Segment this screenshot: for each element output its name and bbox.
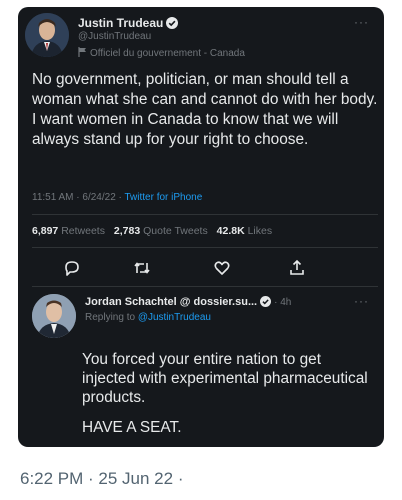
footer-timestamp: 6:22 PM · 25 Jun 22 ·	[20, 469, 184, 488]
tweet-text: No government, politician, or man should…	[32, 71, 378, 148]
tweet-meta: 11:51 AM · 6/24/22 · Twitter for iPhone	[32, 192, 202, 203]
replying-to: Replying to @JustinTrudeau	[85, 312, 211, 323]
quotes-stat[interactable]: 2,783 Quote Tweets	[114, 225, 208, 237]
tweet-source[interactable]: Twitter for iPhone	[124, 192, 202, 203]
more-options-icon[interactable]: ···	[354, 294, 369, 308]
reply-author-row[interactable]: Jordan Schachtel @ dossier.su... · 4h	[85, 296, 291, 310]
tweet-time[interactable]: 11:51 AM · 6/24/22 ·	[32, 192, 124, 203]
reply-icon[interactable]	[62, 258, 82, 278]
flag-icon	[78, 47, 87, 60]
screenshot-card: Justin Trudeau @JustinTrudeau Officiel d…	[18, 7, 384, 447]
reply-paragraph: HAVE A SEAT.	[82, 419, 182, 436]
reply-text: You forced your entire nation to get inj…	[82, 350, 372, 437]
more-options-icon[interactable]: ···	[354, 15, 369, 29]
tweet-stats: 6,897 Retweets 2,783 Quote Tweets 42.8K …	[32, 225, 272, 237]
schachtel-avatar[interactable]	[32, 294, 76, 338]
trudeau-avatar[interactable]	[25, 13, 69, 57]
author-name[interactable]: Justin Trudeau	[78, 16, 163, 30]
divider	[32, 286, 378, 287]
reply-paragraph: You forced your entire nation to get inj…	[82, 351, 368, 406]
gov-label-row: Officiel du gouvernement - Canada	[78, 47, 245, 60]
gov-label: Officiel du gouvernement - Canada	[90, 48, 245, 59]
verified-badge-icon	[166, 17, 179, 32]
divider	[32, 247, 378, 248]
reply-author-name[interactable]: Jordan Schachtel @ dossier.su...	[85, 296, 257, 308]
retweet-icon[interactable]	[132, 258, 152, 278]
divider	[32, 214, 378, 215]
author-handle[interactable]: @JustinTrudeau	[78, 31, 151, 42]
verified-badge-icon	[260, 296, 272, 310]
replying-to-handle[interactable]: @JustinTrudeau	[138, 312, 211, 323]
retweets-stat[interactable]: 6,897 Retweets	[32, 225, 105, 237]
author-name-row[interactable]: Justin Trudeau	[78, 16, 179, 32]
likes-stat[interactable]: 42.8K Likes	[217, 225, 272, 237]
share-icon[interactable]	[287, 258, 307, 278]
like-icon[interactable]	[212, 258, 232, 278]
reply-age[interactable]: · 4h	[274, 297, 291, 308]
